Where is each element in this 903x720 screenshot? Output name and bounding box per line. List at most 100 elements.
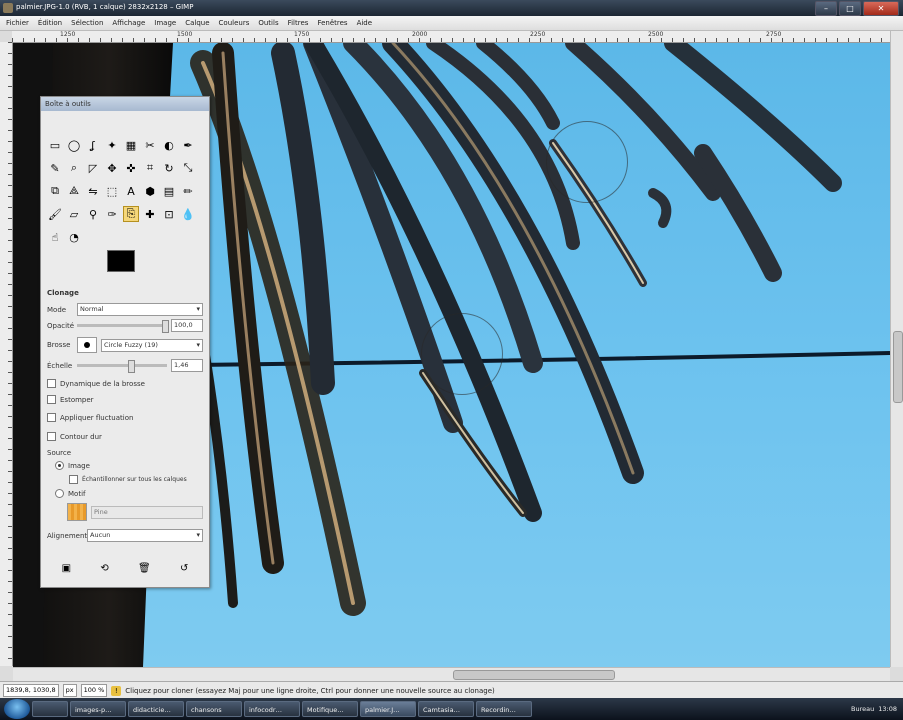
delete-options-icon[interactable]: 🗑 [138, 563, 151, 574]
bucket-fill-icon[interactable]: ⬢ [142, 183, 158, 199]
scale-icon[interactable]: ⤡ [180, 160, 196, 176]
smudge-icon[interactable]: ☝ [47, 229, 63, 245]
source-image-row[interactable]: Image [55, 461, 211, 470]
restore-options-icon[interactable]: ⟲ [100, 563, 108, 574]
scroll-thumb[interactable] [453, 670, 615, 680]
alignment-select[interactable]: Aucun [87, 529, 203, 542]
blur-icon[interactable]: 💧 [180, 206, 196, 222]
taskbar-item[interactable]: Recordin… [476, 701, 532, 717]
foreground-color[interactable] [107, 250, 135, 272]
brush-preview[interactable] [77, 337, 97, 353]
horizontal-scrollbar[interactable] [13, 667, 890, 681]
taskbar-item-active[interactable]: palmier.J… [360, 701, 416, 717]
minimize-button[interactable]: – [815, 1, 837, 16]
ink-icon[interactable]: ✑ [104, 206, 120, 222]
hard-edge-checkbox[interactable] [47, 432, 56, 441]
scale-slider[interactable] [77, 360, 167, 373]
vertical-scrollbar[interactable] [890, 31, 903, 667]
taskbar-item[interactable]: chansons [186, 701, 242, 717]
brush-select[interactable]: Circle Fuzzy (19) [101, 338, 203, 352]
menu-calque[interactable]: Calque [185, 19, 209, 27]
taskbar-item[interactable] [32, 701, 68, 717]
checkbox-row[interactable]: Estomper [47, 395, 203, 404]
mode-select[interactable]: Normal [77, 303, 203, 316]
menu-outils[interactable]: Outils [258, 19, 278, 27]
perspective-icon[interactable]: ⟁ [66, 183, 82, 199]
perspective-clone-icon[interactable]: ⊡ [161, 206, 177, 222]
lasso-icon[interactable]: ʆ [85, 137, 101, 153]
airbrush-icon[interactable]: ⚲ [85, 206, 101, 222]
slider-knob[interactable] [128, 360, 135, 373]
pattern-row: Pine [67, 503, 203, 521]
tray-label[interactable]: Bureau [851, 705, 874, 713]
menu-edition[interactable]: Édition [38, 19, 62, 27]
color-select-icon[interactable]: ▦ [123, 137, 139, 153]
menu-affichage[interactable]: Affichage [112, 19, 145, 27]
clone-icon[interactable]: ⎘ [123, 206, 139, 222]
checkbox-row[interactable]: Dynamique de la brosse [47, 379, 203, 388]
taskbar-item[interactable]: Motifique… [302, 701, 358, 717]
opacity-slider[interactable] [77, 320, 169, 333]
taskbar-item[interactable]: images-p… [70, 701, 126, 717]
zoom-select[interactable]: 100 % [80, 684, 108, 697]
crop-icon[interactable]: ⌗ [142, 160, 158, 176]
checkbox-row[interactable]: Contour dur [47, 432, 203, 441]
save-options-icon[interactable]: ▣ [62, 563, 71, 574]
blend-icon[interactable]: ▤ [161, 183, 177, 199]
align-icon[interactable]: ✜ [123, 160, 139, 176]
menu-fichier[interactable]: Fichier [6, 19, 29, 27]
unit-select[interactable]: px [62, 684, 77, 697]
move-icon[interactable]: ✥ [104, 160, 120, 176]
scissors-icon[interactable]: ✂ [142, 137, 158, 153]
fade-checkbox[interactable] [47, 395, 56, 404]
fuzzy-select-icon[interactable]: ✦ [104, 137, 120, 153]
foreground-select-icon[interactable]: ◐ [161, 137, 177, 153]
taskbar-item[interactable]: Camtasia… [418, 701, 474, 717]
clock[interactable]: 13:08 [878, 705, 897, 713]
ellipse-select-icon[interactable]: ◯ [66, 137, 82, 153]
start-button[interactable] [4, 699, 30, 719]
shear-icon[interactable]: ⧉ [47, 183, 63, 199]
menu-image[interactable]: Image [154, 19, 176, 27]
zoom-icon[interactable]: ⌕ [66, 160, 82, 176]
pencil-icon[interactable]: ✏ [180, 183, 196, 199]
paths-icon[interactable]: ✒ [180, 137, 196, 153]
dodge-burn-icon[interactable]: ◔ [66, 229, 82, 245]
menu-fenetres[interactable]: Fenêtres [317, 19, 347, 27]
close-button[interactable]: ✕ [863, 1, 899, 16]
scroll-thumb[interactable] [893, 331, 903, 403]
color-swatches[interactable] [107, 250, 147, 282]
reset-options-icon[interactable]: ↺ [180, 563, 188, 574]
taskbar-item[interactable]: infocodr… [244, 701, 300, 717]
eraser-icon[interactable]: ▱ [66, 206, 82, 222]
slider-knob[interactable] [162, 320, 169, 333]
vertical-ruler[interactable] [0, 42, 13, 666]
paintbrush-icon[interactable]: 🖌 [47, 206, 63, 222]
pattern-swatch[interactable] [67, 503, 87, 521]
maximize-button[interactable]: □ [839, 1, 861, 16]
menu-aide[interactable]: Aide [357, 19, 372, 27]
flip-icon[interactable]: ⇋ [85, 183, 101, 199]
sample-merged-row[interactable]: Échantillonner sur tous les calques [69, 475, 209, 484]
scale-value[interactable]: 1,46 [171, 359, 203, 372]
rect-select-icon[interactable]: ▭ [47, 137, 63, 153]
jitter-checkbox[interactable] [47, 413, 56, 422]
text-icon[interactable]: A [123, 183, 139, 199]
image-radio[interactable] [55, 461, 64, 470]
measure-icon[interactable]: ◸ [85, 160, 101, 176]
horizontal-ruler[interactable]: 1250 1500 1750 2000 2250 2500 2750 [12, 31, 890, 43]
taskbar-item[interactable]: didacticie… [128, 701, 184, 717]
color-picker-icon[interactable]: ✎ [47, 160, 63, 176]
rotate-icon[interactable]: ↻ [161, 160, 177, 176]
opacity-value[interactable]: 100,0 [171, 319, 203, 332]
menu-selection[interactable]: Sélection [71, 19, 103, 27]
sample-merged-checkbox[interactable] [69, 475, 78, 484]
source-pattern-row[interactable]: Motif [55, 489, 211, 498]
menu-couleurs[interactable]: Couleurs [219, 19, 250, 27]
dynamics-checkbox[interactable] [47, 379, 56, 388]
menu-filtres[interactable]: Filtres [288, 19, 309, 27]
checkbox-row[interactable]: Appliquer fluctuation [47, 413, 203, 422]
heal-icon[interactable]: ✚ [142, 206, 158, 222]
pattern-radio[interactable] [55, 489, 64, 498]
cage-icon[interactable]: ⬚ [104, 183, 120, 199]
